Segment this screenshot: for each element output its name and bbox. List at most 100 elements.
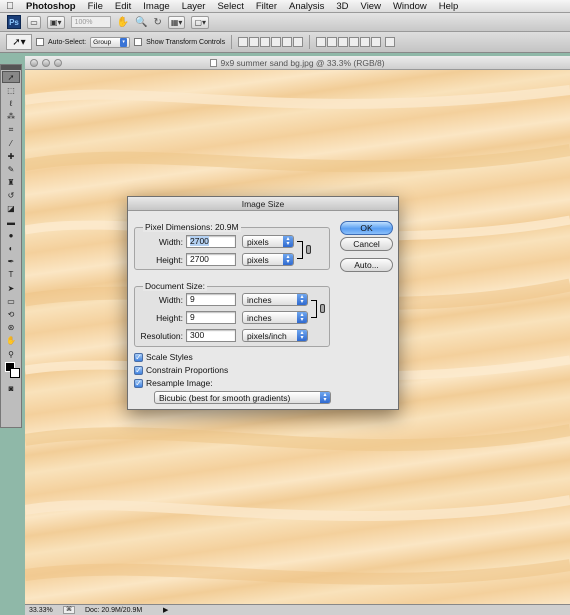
zoom-tool-icon[interactable]: ⚲ — [2, 348, 20, 360]
screen-mode-icon[interactable]: ▢▾ — [191, 15, 210, 29]
healing-brush-icon[interactable]: ✚ — [2, 150, 20, 162]
align-bottom-icon[interactable] — [260, 37, 271, 47]
distribute-vcenter-icon[interactable] — [327, 37, 338, 47]
resolution-input[interactable]: 300 — [186, 329, 236, 342]
pen-tool-icon[interactable]: ✒ — [2, 256, 20, 268]
distribute-bottom-icon[interactable] — [338, 37, 349, 47]
move-tool-icon[interactable]: ➚ — [2, 71, 20, 84]
constrain-proportions-row[interactable]: ✓ Constrain Proportions — [134, 365, 228, 375]
doc-width-input[interactable]: 9 — [186, 293, 236, 306]
pixel-width-input[interactable]: 2700 — [186, 235, 236, 248]
align-right-icon[interactable] — [293, 37, 304, 47]
3d-orbit-icon[interactable]: ⊛ — [2, 322, 20, 334]
menu-edit[interactable]: Edit — [109, 1, 137, 12]
menu-help[interactable]: Help — [433, 1, 465, 12]
shape-tool-icon[interactable]: ▭ — [2, 295, 20, 307]
image-size-dialog: Image Size Pixel Dimensions: 20.9M Width… — [127, 196, 399, 410]
document-title-text: 9x9 summer sand bg.jpg @ 33.3% (RGB/8) — [220, 57, 385, 68]
view-extras-icon[interactable]: ▣▾ — [47, 15, 65, 29]
options-bar: ➚▾ Auto-Select: Group ▾ Show Transform C… — [0, 32, 570, 53]
path-selection-icon[interactable]: ➤ — [2, 282, 20, 294]
status-menu-arrow-icon[interactable]: ▶ — [163, 606, 168, 614]
pixel-width-unit-select[interactable]: pixels ▴ ▾ — [242, 235, 294, 248]
color-swatches[interactable] — [3, 362, 20, 380]
eyedropper-icon[interactable]: ⁄ — [2, 137, 20, 149]
menu-analysis[interactable]: Analysis — [283, 1, 330, 12]
lasso-tool-icon[interactable]: ℓ — [2, 97, 20, 109]
tools-panel-header[interactable] — [1, 65, 21, 70]
menu-3d[interactable]: 3D — [330, 1, 354, 12]
menu-layer[interactable]: Layer — [176, 1, 212, 12]
apple-menu-icon[interactable]:  — [0, 1, 20, 12]
auto-button[interactable]: Auto... — [340, 258, 393, 272]
resample-method-select[interactable]: Bicubic (best for smooth gradients) ▴ ▾ — [154, 391, 331, 404]
bridge-icon[interactable]: ▭ — [27, 15, 41, 29]
resample-image-row[interactable]: ✓ Resample Image: — [134, 378, 213, 388]
menu-app-name[interactable]: Photoshop — [20, 1, 82, 12]
doc-height-unit-select[interactable]: inches ▴ ▾ — [242, 311, 308, 324]
zoom-level-field[interactable]: 100% — [70, 16, 111, 28]
distribute-top-icon[interactable] — [316, 37, 327, 47]
document-title-bar[interactable]: 9x9 summer sand bg.jpg @ 33.3% (RGB/8) — [25, 56, 570, 70]
hand-tool-icon[interactable]: ✋ — [117, 17, 129, 28]
pixel-height-unit-select[interactable]: pixels ▴ ▾ — [242, 253, 294, 266]
brush-tool-icon[interactable]: ✎ — [2, 163, 20, 175]
auto-select-dropdown[interactable]: Group ▾ — [90, 36, 131, 48]
align-top-icon[interactable] — [238, 37, 249, 47]
crop-tool-icon[interactable]: ⌗ — [2, 124, 20, 136]
resolution-unit-select[interactable]: pixels/inch ▴ ▾ — [242, 329, 308, 342]
menu-select[interactable]: Select — [211, 1, 249, 12]
menu-filter[interactable]: Filter — [250, 1, 283, 12]
type-tool-icon[interactable]: T — [2, 269, 20, 281]
menu-image[interactable]: Image — [137, 1, 175, 12]
auto-select-checkbox[interactable] — [36, 38, 44, 46]
gradient-tool-icon[interactable]: ▬ — [2, 216, 20, 228]
pixel-height-input[interactable]: 2700 — [186, 253, 236, 266]
background-color-swatch[interactable] — [10, 368, 20, 379]
dialog-title[interactable]: Image Size — [128, 197, 398, 211]
resample-image-checkbox[interactable]: ✓ — [134, 378, 143, 388]
tools-panel: ➚ ⬚ ℓ ⁂ ⌗ ⁄ ✚ ✎ ♜ ↺ ◪ ▬ ● ◐ ✒ T ➤ ▭ ⟲ ⊛ … — [0, 64, 22, 428]
status-info-icon[interactable]: ⌘ — [63, 606, 75, 614]
doc-width-unit-select[interactable]: inches ▴ ▾ — [242, 293, 308, 306]
align-hcenter-icon[interactable] — [282, 37, 293, 47]
hand-tool-icon[interactable]: ✋ — [2, 335, 20, 347]
3d-rotate-icon[interactable]: ⟲ — [2, 308, 20, 320]
align-left-icon[interactable] — [271, 37, 282, 47]
doc-height-input[interactable]: 9 — [186, 311, 236, 324]
distribute-hcenter-icon[interactable] — [360, 37, 371, 47]
clone-stamp-icon[interactable]: ♜ — [2, 177, 20, 189]
rotate-view-icon[interactable]: ↻ — [153, 17, 161, 28]
distribute-right-icon[interactable] — [371, 37, 382, 47]
constrain-proportions-checkbox[interactable]: ✓ — [134, 365, 143, 375]
auto-align-layers-icon[interactable] — [385, 37, 396, 47]
move-tool-preset-icon[interactable]: ➚▾ — [6, 34, 32, 50]
menu-file[interactable]: File — [82, 1, 109, 12]
menu-window[interactable]: Window — [387, 1, 433, 12]
ok-button[interactable]: OK — [340, 221, 393, 235]
align-vcenter-icon[interactable] — [249, 37, 260, 47]
show-transform-checkbox[interactable] — [134, 38, 143, 46]
cancel-button[interactable]: Cancel — [340, 237, 393, 251]
quick-mask-icon[interactable]: ◙ — [2, 382, 20, 394]
scale-styles-checkbox[interactable]: ✓ — [134, 352, 143, 362]
arrange-documents-icon[interactable]: ▦▾ — [167, 15, 186, 29]
history-brush-icon[interactable]: ↺ — [2, 190, 20, 202]
photoshop-logo-icon: Ps — [7, 15, 21, 29]
status-bar: 33.33% ⌘ Doc: 20.9M/20.9M ▶ — [25, 604, 570, 615]
blur-tool-icon[interactable]: ● — [2, 229, 20, 241]
status-zoom[interactable]: 33.33% — [29, 607, 59, 614]
scale-styles-row[interactable]: ✓ Scale Styles — [134, 352, 193, 362]
select-arrows-icon: ▴ ▾ — [283, 236, 293, 247]
magic-wand-icon[interactable]: ⁂ — [2, 111, 20, 123]
align-buttons — [238, 37, 304, 47]
zoom-tool-icon[interactable]: 🔍 — [135, 17, 147, 28]
dodge-tool-icon[interactable]: ◐ — [2, 242, 20, 254]
distribute-left-icon[interactable] — [349, 37, 360, 47]
pixel-height-unit: pixels — [247, 254, 269, 265]
eraser-tool-icon[interactable]: ◪ — [2, 203, 20, 215]
menu-view[interactable]: View — [355, 1, 387, 12]
resolution-unit: pixels/inch — [247, 330, 287, 341]
scale-styles-label: Scale Styles — [146, 352, 193, 362]
marquee-tool-icon[interactable]: ⬚ — [2, 84, 20, 96]
